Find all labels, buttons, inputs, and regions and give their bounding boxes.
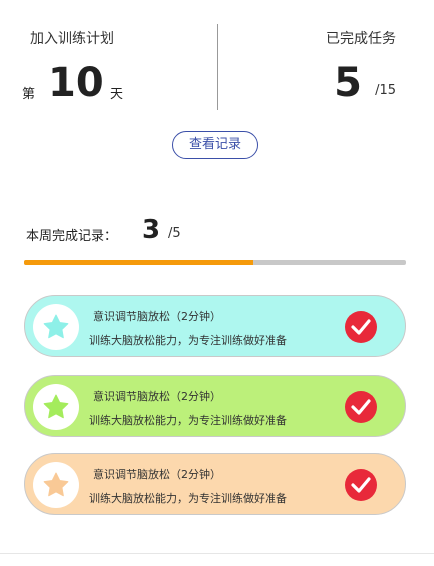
tasks-stat: 已完成任务 (326, 28, 396, 48)
tasks-total: /15 (375, 83, 396, 98)
plan-label: 加入训练计划 (30, 31, 114, 47)
week-total: /5 (168, 226, 181, 241)
card-description: 训练大脑放松能力，为专注训练做好准备 (89, 414, 287, 427)
card-icon-badge (33, 384, 79, 430)
card-description: 训练大脑放松能力，为专注训练做好准备 (89, 492, 287, 505)
stats-panel: 加入训练计划 第 10 天 已完成任务 5 /15 (0, 0, 434, 120)
completed-check-icon (345, 311, 377, 343)
stats-divider (217, 24, 218, 110)
bottom-divider (0, 553, 434, 554)
week-record: 本周完成记录： 3 /5 (26, 212, 406, 252)
star-icon (43, 472, 69, 497)
task-card[interactable]: 意识调节脑放松（2分钟） 训练大脑放松能力，为专注训练做好准备 (24, 453, 406, 515)
card-title: 意识调节脑放松（2分钟） (93, 390, 221, 403)
day-prefix: 第 (22, 87, 36, 102)
card-title: 意识调节脑放松（2分钟） (93, 468, 221, 481)
card-icon-badge (33, 304, 79, 350)
day-suffix: 天 (110, 87, 124, 102)
card-icon-badge (33, 462, 79, 508)
task-card[interactable]: 意识调节脑放松（2分钟） 训练大脑放松能力，为专注训练做好准备 (24, 295, 406, 357)
completed-check-icon (345, 469, 377, 501)
plan-stat: 加入训练计划 (30, 28, 114, 48)
week-progress-bar (24, 260, 406, 265)
card-title: 意识调节脑放松（2分钟） (93, 310, 221, 323)
tasks-completed-count: 5 (334, 60, 362, 106)
star-icon (43, 394, 69, 419)
star-icon (43, 314, 69, 339)
tasks-count-row: 5 /15 (306, 60, 396, 106)
day-count: 10 (48, 60, 104, 106)
week-label: 本周完成记录： (26, 229, 118, 244)
view-record-button[interactable]: 查看记录 (172, 131, 258, 159)
week-progress-fill (24, 260, 254, 265)
completed-check-icon (345, 391, 377, 423)
week-completed-count: 3 (142, 215, 161, 245)
card-description: 训练大脑放松能力，为专注训练做好准备 (89, 334, 287, 347)
task-card[interactable]: 意识调节脑放松（2分钟） 训练大脑放松能力，为专注训练做好准备 (24, 375, 406, 437)
tasks-label: 已完成任务 (326, 31, 396, 47)
